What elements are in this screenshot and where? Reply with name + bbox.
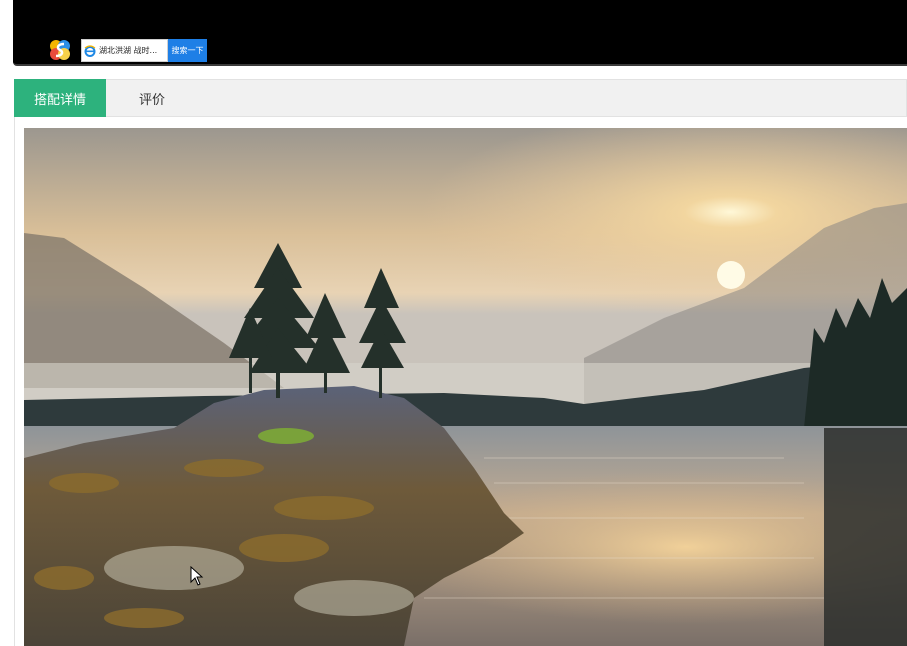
search-button[interactable]: 搜索一下 xyxy=(168,39,207,62)
tab-match-details[interactable]: 搭配详情 xyxy=(14,79,106,117)
mouse-cursor-icon xyxy=(190,566,204,586)
search-box: 湖北洪湖 战时... 搜索一下 xyxy=(81,39,207,62)
lake-landscape-photo xyxy=(24,128,907,646)
ie-browser-icon xyxy=(84,44,96,57)
tab-reviews[interactable]: 评价 xyxy=(119,79,185,117)
search-input[interactable]: 湖北洪湖 战时... xyxy=(81,39,168,62)
color-s-logo-icon[interactable] xyxy=(48,38,72,62)
tab-bar: 搭配详情 评价 xyxy=(14,79,907,117)
search-input-value: 湖北洪湖 战时... xyxy=(99,46,158,55)
